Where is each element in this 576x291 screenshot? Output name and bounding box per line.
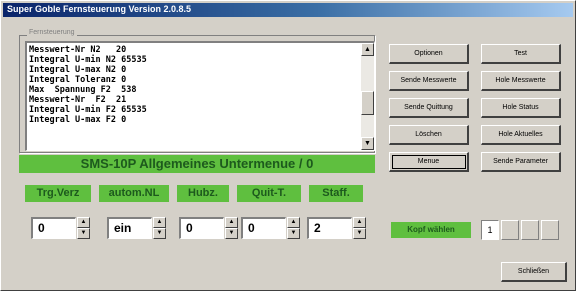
main-window: Super Goble Fernsteuerung Version 2.0.8.… (0, 0, 576, 291)
param-label-staff: Staff. (309, 185, 363, 202)
sende-messwerte-button[interactable]: Sende Messwerte (389, 71, 469, 91)
trg-verz-stepper[interactable]: 0 ▲ ▼ (31, 217, 91, 239)
kopf-option-4[interactable] (541, 220, 559, 240)
autom-nl-stepper[interactable]: ein ▲ ▼ (107, 217, 167, 239)
log-line: Integral U-max N2 0 (29, 65, 127, 75)
sende-quittung-button[interactable]: Sende Quittung (389, 98, 469, 118)
log-scrollbar[interactable]: ▲ ▼ (361, 43, 374, 150)
sende-parameter-button[interactable]: Sende Parameter (481, 152, 561, 172)
log-line: Integral U-max F2 0 (29, 115, 127, 125)
hole-status-button[interactable]: Hole Status (481, 98, 561, 118)
log-lines: Messwert-Nr N2 20 Integral U-min N2 6553… (29, 45, 359, 125)
kopf-option-3[interactable] (521, 220, 539, 240)
log-line: Integral U-min F2 65535 (29, 105, 147, 115)
scroll-up-arrow-icon[interactable]: ▲ (361, 43, 374, 56)
hole-messwerte-button[interactable]: Hole Messwerte (481, 71, 561, 91)
stepper-up-icon[interactable]: ▲ (225, 217, 238, 228)
stepper-up-icon[interactable]: ▲ (287, 217, 300, 228)
log-group-label: Fernsteuerung (27, 29, 77, 36)
param-label-hubz: Hubz. (177, 185, 229, 202)
hubz-value[interactable]: 0 (179, 217, 224, 239)
menue-button[interactable]: Menue (389, 152, 469, 172)
stepper-down-icon[interactable]: ▼ (287, 228, 300, 239)
param-label-trg-verz: Trg.Verz (25, 185, 91, 202)
log-line: Messwert-Nr F2 21 (29, 95, 127, 105)
autom-nl-value[interactable]: ein (107, 217, 152, 239)
optionen-button[interactable]: Optionen (389, 44, 469, 64)
stepper-down-icon[interactable]: ▼ (77, 228, 90, 239)
trg-verz-value[interactable]: 0 (31, 217, 76, 239)
scroll-thumb[interactable] (361, 91, 374, 115)
loeschen-button[interactable]: Löschen (389, 125, 469, 145)
log-line: Integral U-min N2 65535 (29, 55, 147, 65)
stepper-up-icon[interactable]: ▲ (153, 217, 166, 228)
log-line: Max Spannung F2 538 (29, 85, 137, 95)
kopf-waehlen-label: Kopf wählen (391, 222, 471, 238)
schliessen-button[interactable]: Schließen (501, 262, 567, 282)
menu-banner: SMS-10P Allgemeines Untermenue / 0 (19, 155, 375, 173)
stepper-down-icon[interactable]: ▼ (353, 228, 366, 239)
param-label-autom-nl: autom.NL (99, 185, 169, 202)
hubz-stepper[interactable]: 0 ▲ ▼ (179, 217, 239, 239)
window-title: Super Goble Fernsteuerung Version 2.0.8.… (7, 4, 192, 14)
stepper-down-icon[interactable]: ▼ (225, 228, 238, 239)
title-bar[interactable]: Super Goble Fernsteuerung Version 2.0.8.… (3, 3, 573, 17)
quit-t-value[interactable]: 0 (241, 217, 286, 239)
test-button[interactable]: Test (481, 44, 561, 64)
kopf-option-1[interactable]: 1 (481, 220, 499, 240)
kopf-option-2[interactable] (501, 220, 519, 240)
param-label-quit-t: Quit-T. (237, 185, 301, 202)
quit-t-stepper[interactable]: 0 ▲ ▼ (241, 217, 301, 239)
log-line: Messwert-Nr N2 20 (29, 45, 127, 55)
hole-aktuelles-button[interactable]: Hole Aktuelles (481, 125, 561, 145)
log-line: Integral Toleranz 0 (29, 75, 127, 85)
stepper-up-icon[interactable]: ▲ (353, 217, 366, 228)
stepper-up-icon[interactable]: ▲ (77, 217, 90, 228)
staff-value[interactable]: 2 (307, 217, 352, 239)
log-listbox[interactable]: Messwert-Nr N2 20 Integral U-min N2 6553… (25, 41, 375, 151)
staff-stepper[interactable]: 2 ▲ ▼ (307, 217, 367, 239)
stepper-down-icon[interactable]: ▼ (153, 228, 166, 239)
scroll-down-arrow-icon[interactable]: ▼ (361, 137, 374, 150)
